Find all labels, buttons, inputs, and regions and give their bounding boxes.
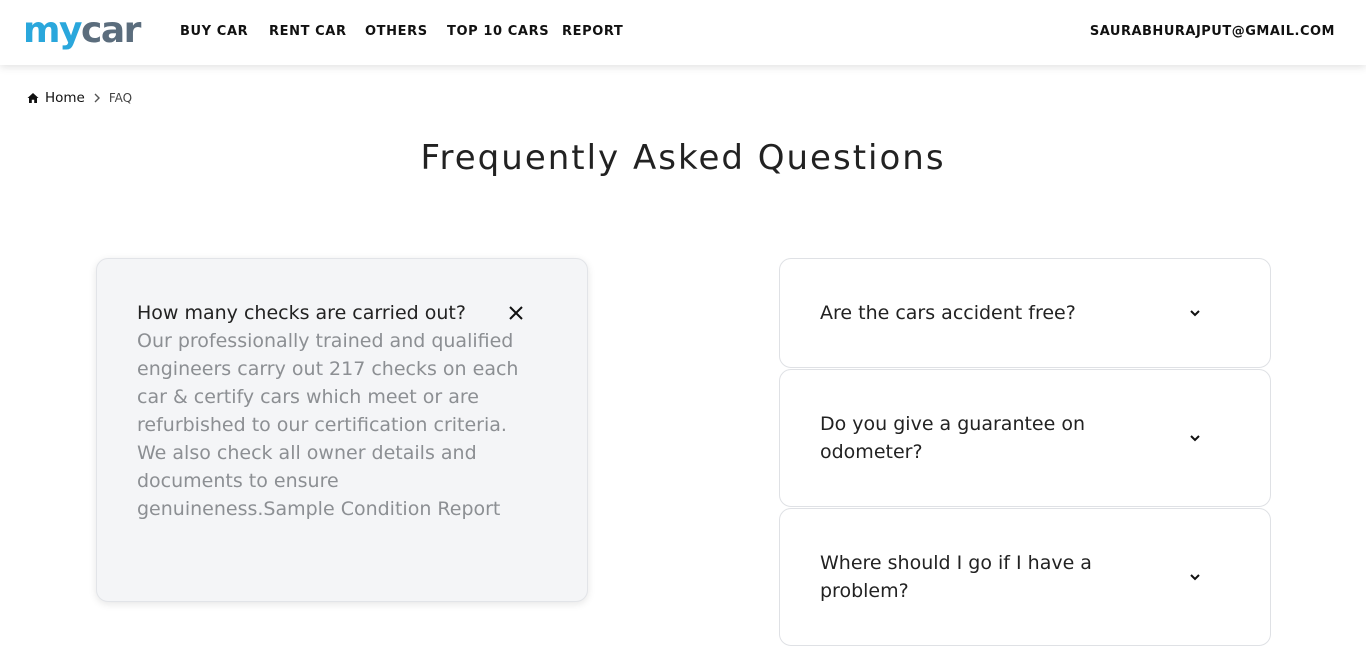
mycar-logo[interactable]: mycar	[23, 10, 141, 51]
faq-open-question: How many checks are carried out?	[137, 302, 466, 324]
close-icon[interactable]	[507, 304, 525, 322]
faq-open-question-row[interactable]: How many checks are carried out?	[137, 299, 527, 327]
faq-item[interactable]: Where should I go if I have a problem?	[779, 508, 1271, 646]
faq-question: Do you give a guarantee on odometer?	[820, 413, 1086, 463]
faq-item[interactable]: Are the cars accident free?	[779, 258, 1271, 368]
nav-buy-car[interactable]: BUY CAR	[180, 24, 248, 39]
chevron-down-icon	[1190, 310, 1200, 317]
nav-top-10-cars[interactable]: TOP 10 CARS	[447, 24, 549, 39]
chevron-right-icon	[94, 93, 100, 103]
nav-report[interactable]: REPORT	[562, 24, 623, 39]
nav-others[interactable]: OTHERS	[365, 24, 428, 39]
chevron-down-icon	[1190, 574, 1200, 581]
breadcrumb-home-link[interactable]: Home	[45, 90, 85, 106]
nav-rent-car[interactable]: RENT CAR	[269, 24, 347, 39]
page-title: Frequently Asked Questions	[420, 138, 946, 178]
chevron-down-icon	[1190, 435, 1200, 442]
breadcrumb-current: FAQ	[108, 91, 133, 105]
faq-open-answer: Our professionally trained and qualified…	[137, 330, 519, 520]
faq-question: Are the cars accident free?	[820, 302, 1076, 324]
faq-item[interactable]: Do you give a guarantee on odometer?	[779, 369, 1271, 507]
user-account-email[interactable]: SAURABHURAJPUT@GMAIL.COM	[1090, 24, 1335, 39]
logo-text-car: car	[80, 10, 141, 51]
top-navbar: mycar BUY CAR RENT CAR OTHERS TOP 10 CAR…	[0, 0, 1366, 65]
logo-text-my: my	[23, 10, 82, 51]
faq-expanded-card: How many checks are carried out? Our pro…	[96, 258, 588, 602]
faq-question: Where should I go if I have a problem?	[820, 552, 1092, 602]
breadcrumb: Home FAQ	[27, 90, 132, 106]
home-icon	[27, 93, 39, 103]
